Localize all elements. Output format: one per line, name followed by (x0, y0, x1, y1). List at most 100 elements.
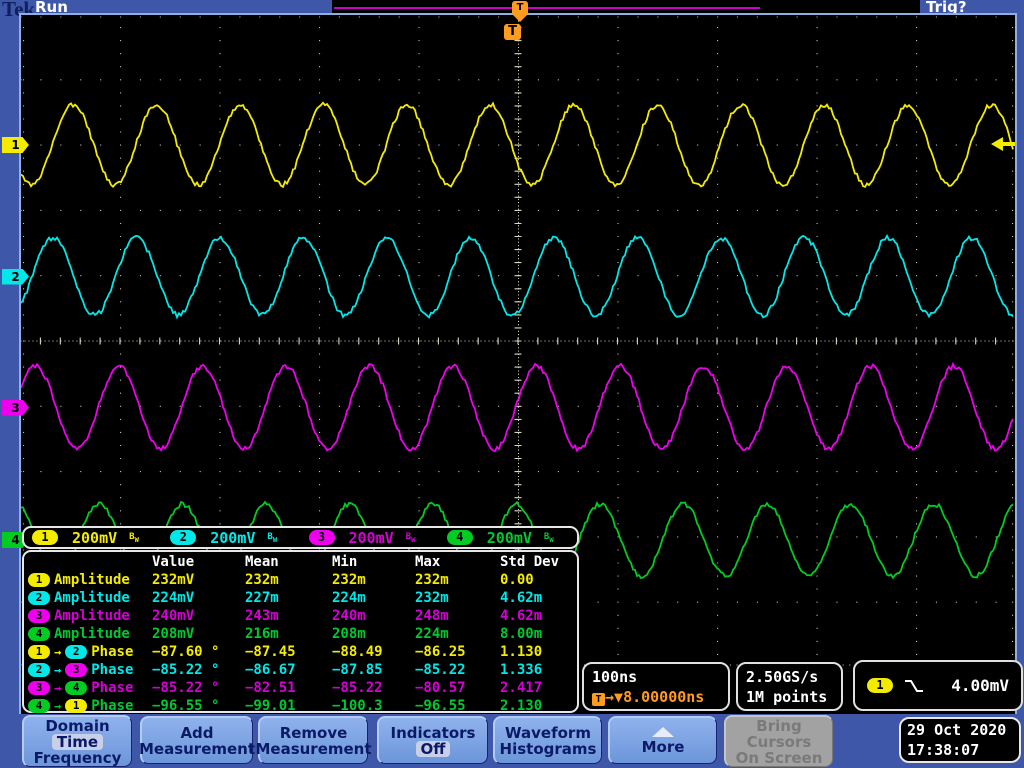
measurement-value: 232mV (152, 572, 195, 588)
softkey-label: Remove (279, 723, 348, 742)
channel-2-scale-group: 2 200mV BW (162, 529, 300, 547)
channel-4-badge: 4 (65, 681, 88, 695)
measurement-mean: 216m (245, 626, 279, 642)
channel-3-badge: 3 (65, 663, 88, 677)
softkey-bring-cursors-on-screen[interactable]: Bring Cursors On Screen (724, 715, 833, 767)
trigger-source-badge: 1 (867, 678, 893, 693)
sample-rate: 2.50GS/s (746, 668, 819, 686)
trigger-status-box: Trig? (920, 0, 1024, 16)
measurement-row: 3 Amplitude 240mV 243m 240m 248m 4.62m (28, 607, 573, 625)
softkey-label: Cursors (746, 732, 812, 751)
softkey-label: Waveform (505, 723, 591, 742)
channel-4-scale-group: 4 200mV BW (439, 529, 577, 547)
softkey-label: Domain (45, 716, 110, 735)
measurement-mean: 232m (245, 572, 279, 588)
measurement-stddev: 1.130 (500, 644, 543, 660)
measurement-min: 232m (332, 572, 366, 588)
softkey-remove-measurement[interactable]: Remove Measurement (255, 716, 372, 764)
trigger-level-arrow-icon[interactable] (991, 136, 1015, 152)
column-header: Max (415, 554, 441, 570)
measurement-row: 1 Amplitude 232mV 232m 232m 232m 0.00 (28, 571, 573, 589)
softkey-label: Bring (756, 716, 802, 735)
channel-3-badge: 3 (308, 530, 335, 545)
bandwidth-limit-icon: BW (129, 531, 139, 544)
softkey-indicators-off[interactable]: Indicators Off (377, 716, 488, 764)
measurement-value: −87.60 ° (152, 644, 220, 660)
softkey-more[interactable]: More (608, 716, 717, 764)
measurement-mean: 227m (245, 590, 279, 606)
horizontal-readout-box: 100ns T →▼8.00000ns (582, 662, 730, 711)
softkey-label: Histograms (499, 739, 597, 758)
oscilloscope-screen: Tek Run Trig? T T 1234 1 200mV BW 2 200mV BW 3… (0, 0, 1024, 768)
channel-4-badge: 4 (446, 530, 473, 545)
channel-3-scale: 200mV (348, 528, 394, 547)
measurement-stddev: 8.00m (500, 626, 543, 642)
measurement-stddev: 4.62m (500, 590, 543, 606)
bandwidth-limit-icon: BW (543, 531, 554, 544)
record-view-waveform-line (334, 7, 760, 9)
channel-2-badge: 2 (170, 530, 197, 545)
date-label: 29 Oct 2020 (907, 721, 1007, 739)
measurement-stddev: 2.417 (500, 680, 543, 696)
measurement-value: 240mV (152, 608, 195, 624)
channel-4-scale: 200mV (486, 528, 532, 547)
softkey-waveform-histograms[interactable]: Waveform Histograms (493, 716, 602, 764)
time-label: 17:38:07 (907, 741, 980, 759)
measurement-stddev: 4.62m (500, 608, 543, 624)
measurement-row: 2 Amplitude 224mV 227m 224m 232m 4.62m (28, 589, 573, 607)
measurement-name: Amplitude (54, 572, 130, 588)
measurement-row: 4 Amplitude 208mV 216m 208m 224m 8.00m (28, 625, 573, 643)
measurement-min: 208m (332, 626, 366, 642)
measurement-value: 224mV (152, 590, 195, 606)
trigger-position-arrow-icon (512, 14, 528, 22)
softkey-label: Measurement (138, 739, 256, 758)
horizontal-scale: 100ns (592, 668, 638, 686)
waveform-ch3 (20, 361, 1014, 453)
phase-arrow-icon: → (54, 681, 62, 695)
measurement-max: −80.57 (415, 680, 466, 696)
measurement-stddev: 1.336 (500, 662, 543, 678)
measurement-mean: 243m (245, 608, 279, 624)
phase-arrow-icon: → (54, 663, 62, 677)
measurement-name: Phase (91, 644, 134, 660)
softkey-label: More (641, 737, 685, 756)
measurement-mean: −87.45 (245, 644, 296, 660)
datetime-box: 29 Oct 2020 17:38:07 (899, 717, 1021, 763)
measurement-name: Amplitude (54, 608, 130, 624)
softkey-label: Frequency (33, 748, 122, 767)
waveform-ch2 (20, 233, 1014, 320)
channel-4-badge: 4 (28, 699, 50, 713)
delay-arrows-icon: →▼ (605, 688, 624, 706)
graticule-frame-right (1015, 13, 1017, 714)
column-header: Value (152, 554, 195, 570)
softkey-label: Time (51, 733, 104, 750)
softkey-domain-time-frequency[interactable]: Domain Time Frequency (22, 715, 132, 767)
column-header: Min (332, 554, 358, 570)
measurement-max: 232m (415, 590, 449, 606)
measurement-mean: −86.67 (245, 662, 296, 678)
measurement-max: 248m (415, 608, 449, 624)
channel-2-badge: 2 (65, 645, 88, 659)
trigger-position-marker[interactable]: T (512, 1, 528, 14)
channel-1-scale: 200mV (72, 528, 118, 547)
measurement-stddev: 0.00 (500, 572, 534, 588)
falling-edge-icon (905, 679, 923, 692)
acquisition-readout-box: 2.50GS/s 1M points (736, 662, 843, 711)
channel-2-badge: 2 (28, 663, 50, 677)
channel-3-scale-group: 3 200mV BW (301, 529, 439, 547)
measurement-max: −86.25 (415, 644, 466, 660)
measurement-header-row: Value Mean Min Max Std Dev (28, 553, 573, 571)
channel-2-scale: 200mV (210, 528, 256, 547)
channel-2-badge: 2 (28, 591, 50, 605)
measurement-min: −87.85 (332, 662, 383, 678)
measurement-min: −85.22 (332, 680, 383, 696)
measurement-name: Phase (91, 662, 134, 678)
measurement-max: −96.55 (415, 698, 466, 714)
softkey-add-measurement[interactable]: Add Measurement (138, 716, 256, 764)
column-header: Mean (245, 554, 279, 570)
channel-1-scale-group: 1 200mV BW (24, 529, 162, 547)
measurement-min: 224m (332, 590, 366, 606)
record-length: 1M points (746, 688, 828, 706)
measurement-min: 240m (332, 608, 366, 624)
softkey-label: Indicators (390, 723, 476, 742)
